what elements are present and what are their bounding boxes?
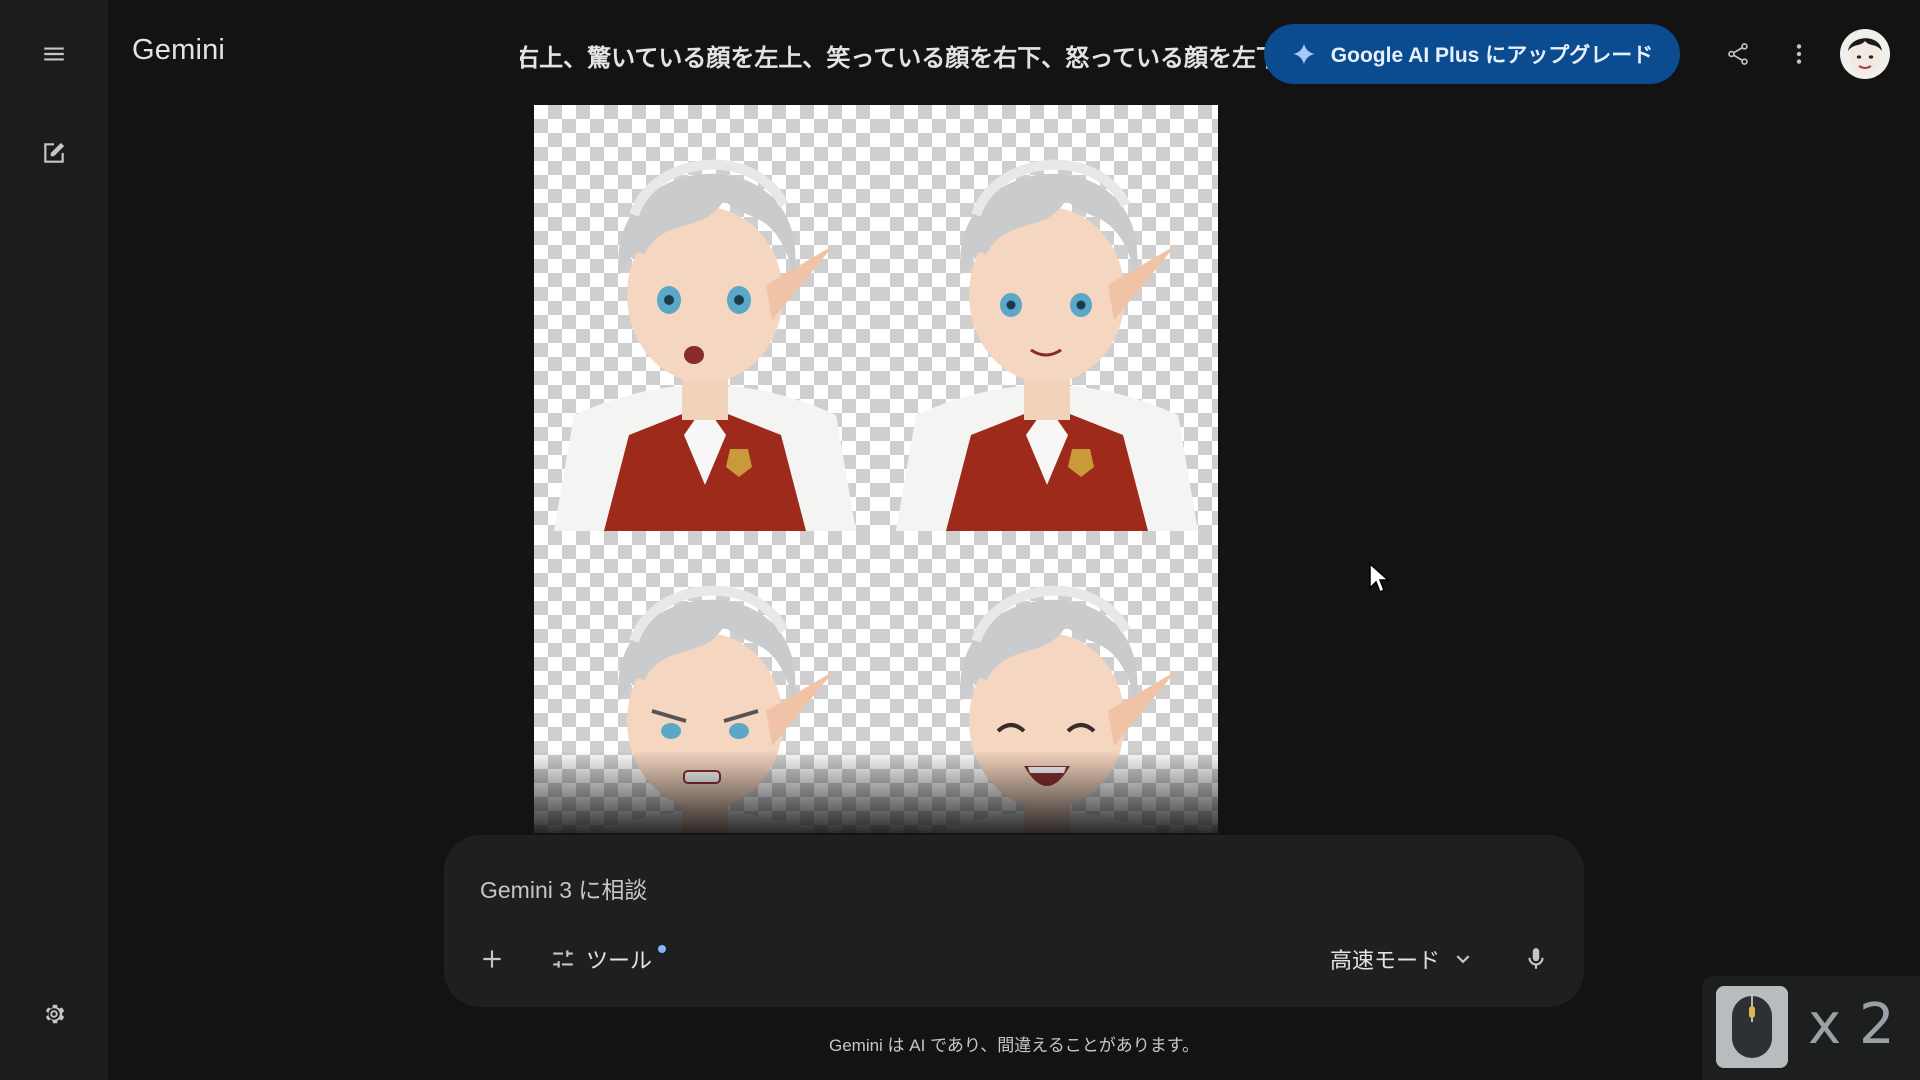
mode-selector[interactable]: 高速モード [1330, 943, 1476, 975]
avatar[interactable] [1840, 29, 1890, 79]
mouse-cursor-icon [1369, 562, 1390, 594]
share-icon[interactable] [1714, 30, 1762, 78]
app-title[interactable]: Gemini [132, 34, 225, 67]
conversation-title: 右上、驚いている顔を左上、笑っている顔を右下、怒っている顔を左下 [520, 38, 1280, 72]
menu-icon[interactable] [30, 30, 78, 78]
mouse-icon [1716, 986, 1788, 1068]
plus-icon[interactable] [468, 935, 516, 983]
image-fade [534, 750, 1218, 834]
edit-icon[interactable] [30, 129, 78, 177]
tools-new-dot [658, 945, 666, 953]
tools-button[interactable]: ツール [550, 943, 652, 975]
click-count: x 2 [1808, 992, 1895, 1057]
side-rail [0, 0, 108, 1080]
more-vert-icon[interactable] [1775, 30, 1823, 78]
sparkle-icon [1292, 43, 1315, 65]
generated-image[interactable] [534, 105, 1218, 833]
upgrade-label: Google AI Plus にアップグレード [1330, 44, 1654, 67]
mic-icon[interactable] [1512, 935, 1560, 983]
conversation-title-text: 右上、驚いている顔を左上、笑っている顔を右下、怒っている顔を左下 [520, 45, 1280, 72]
upgrade-button[interactable]: Google AI Plus にアップグレード [1264, 24, 1680, 84]
tune-icon [553, 950, 573, 968]
prompt-composer: Gemini 3 に相談 ツール 高速モード [444, 835, 1584, 1007]
image-tile-surprised [534, 105, 876, 531]
chevron-down-icon [1456, 955, 1470, 964]
image-tile-smiling [876, 105, 1218, 531]
click-indicator-overlay: x 2 [1702, 976, 1920, 1080]
disclaimer: Gemini は AI であり、間違えることがあります。 [828, 1036, 1200, 1055]
tools-label: ツール [586, 948, 653, 973]
prompt-input[interactable]: Gemini 3 に相談 [480, 871, 647, 905]
mode-label: 高速モード [1330, 948, 1441, 973]
